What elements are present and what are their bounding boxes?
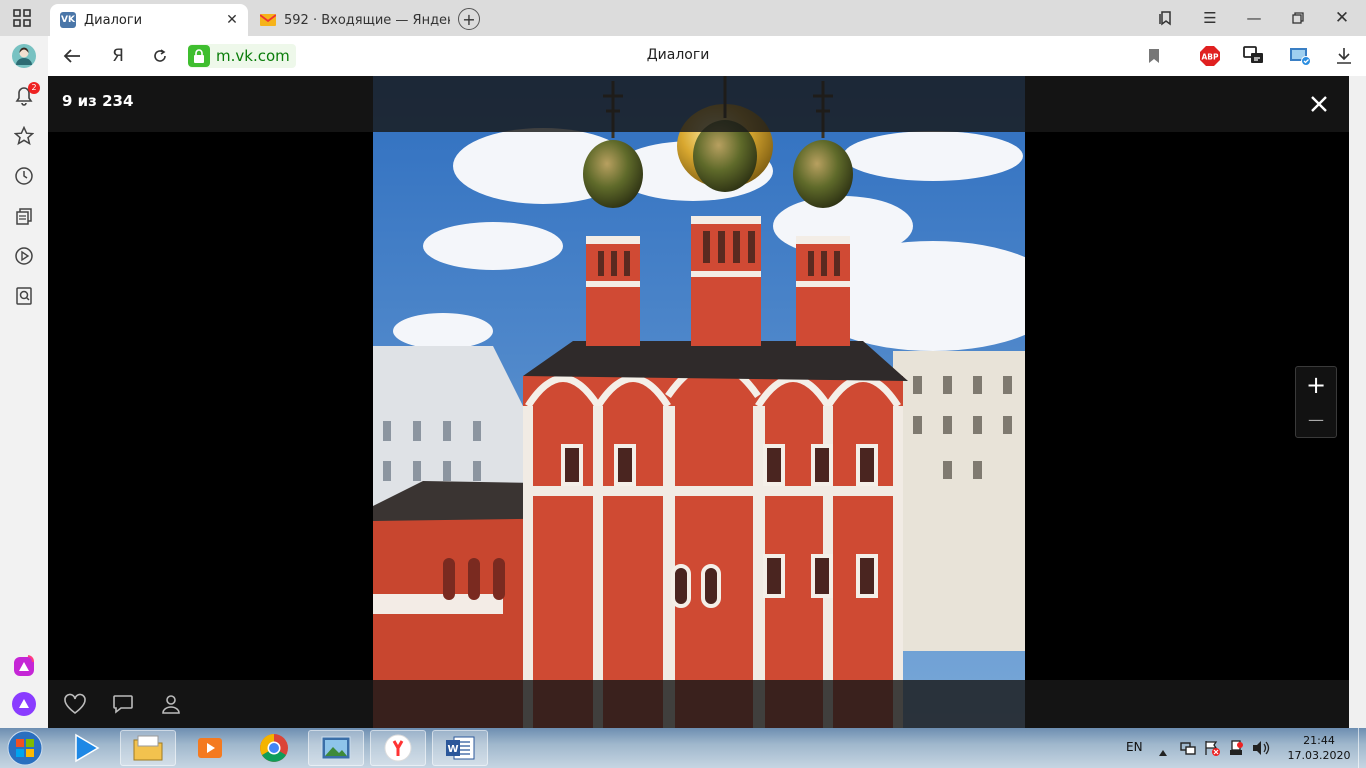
restore-button[interactable]: [1282, 6, 1314, 30]
like-icon[interactable]: [62, 692, 88, 716]
vk-icon: VK: [60, 12, 76, 28]
browser-sidebar: 2: [0, 36, 48, 728]
video-play-icon[interactable]: [12, 244, 36, 268]
zoom-in-button[interactable]: +: [1296, 367, 1336, 402]
downloads-icon[interactable]: [1330, 44, 1358, 68]
tab-title: Диалоги: [84, 12, 143, 28]
flag-alert-icon[interactable]: [1204, 740, 1220, 756]
translate-icon[interactable]: [1240, 44, 1268, 68]
windows-taskbar: W EN 21:44 17.03.2020: [0, 728, 1366, 768]
tab-title: 592 · Входящие — Яндекс: [284, 12, 450, 28]
volume-icon[interactable]: [1252, 740, 1270, 756]
image-search-icon[interactable]: [12, 284, 36, 308]
tab-bar: VK Диалоги ✕ 592 · Входящие — Яндекс + ☰…: [0, 0, 1366, 36]
notification-badge: 2: [28, 82, 40, 94]
clock-date: 17.03.2020: [1287, 749, 1351, 762]
tab-close-icon[interactable]: ✕: [222, 12, 242, 28]
image-viewer-icon[interactable]: [308, 730, 364, 766]
clock-time: 21:44: [1303, 734, 1335, 747]
tab-mail[interactable]: 592 · Входящие — Яндекс: [250, 4, 450, 36]
yandex-mail-icon: [260, 12, 276, 28]
page-title: Диалоги: [646, 47, 710, 63]
avatar[interactable]: [12, 44, 36, 68]
tabs-menu-icon[interactable]: [12, 8, 36, 28]
bookmarks-panel-icon[interactable]: [1150, 6, 1182, 30]
new-tab-button[interactable]: +: [458, 8, 480, 30]
person-icon[interactable]: [158, 692, 184, 716]
svg-text:W: W: [447, 744, 458, 755]
screenshot-extension-icon[interactable]: [1286, 44, 1314, 68]
network-icon[interactable]: [1180, 740, 1196, 756]
alice-station-icon[interactable]: [12, 654, 36, 678]
history-icon[interactable]: [12, 164, 36, 188]
word-icon[interactable]: W: [432, 730, 488, 766]
zoom-controls: + —: [1295, 366, 1337, 438]
adblock-icon[interactable]: ABP: [1196, 44, 1224, 68]
viewer-top-bar: 9 из 234: [48, 76, 1349, 132]
language-indicator[interactable]: EN: [1126, 740, 1143, 754]
tab-dialogs[interactable]: VK Диалоги ✕: [50, 4, 248, 36]
yandex-browser-icon[interactable]: [370, 730, 426, 766]
photo[interactable]: [373, 76, 1025, 728]
chrome-icon[interactable]: [246, 730, 302, 766]
collections-icon[interactable]: [12, 204, 36, 228]
media-player-icon[interactable]: [58, 730, 114, 766]
video-player-icon[interactable]: [182, 730, 238, 766]
notifications-icon[interactable]: 2: [12, 82, 40, 108]
menu-icon[interactable]: ☰: [1194, 6, 1226, 30]
svg-text:ABP: ABP: [1201, 53, 1219, 62]
tray-expand-icon[interactable]: [1158, 742, 1168, 756]
bookmark-icon[interactable]: [1140, 44, 1168, 68]
scrollbar[interactable]: [1349, 76, 1366, 728]
system-clock[interactable]: 21:44 17.03.2020: [1282, 733, 1356, 763]
viewer-bottom-bar: [48, 680, 1349, 728]
photo-viewer: 9 из 234 + —: [48, 76, 1349, 728]
file-explorer-icon[interactable]: [120, 730, 176, 766]
close-icon[interactable]: [1307, 92, 1331, 116]
address-bar: Я m.vk.com Диалоги ABP: [48, 36, 1366, 76]
start-button[interactable]: [4, 729, 46, 767]
usb-device-icon[interactable]: [1228, 740, 1244, 756]
alice-voice-icon[interactable]: [12, 692, 36, 716]
comment-icon[interactable]: [110, 692, 136, 716]
photo-counter: 9 из 234: [62, 92, 134, 110]
close-window-button[interactable]: ✕: [1326, 6, 1358, 30]
zoom-out-button[interactable]: —: [1296, 402, 1336, 437]
minimize-button[interactable]: —: [1238, 6, 1270, 30]
show-desktop-button[interactable]: [1358, 728, 1366, 768]
bookmarks-star-icon[interactable]: [12, 124, 36, 148]
